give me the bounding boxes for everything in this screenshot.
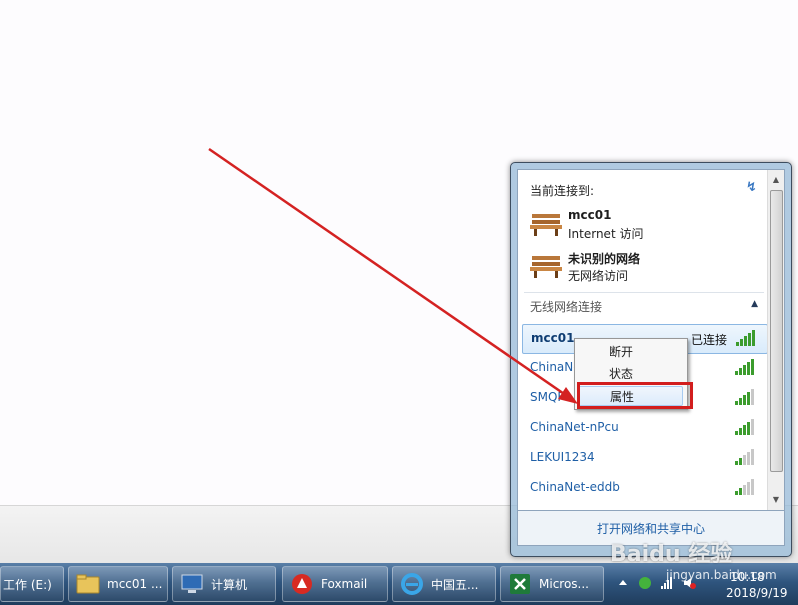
menu-item-status[interactable]: 状态 — [577, 364, 683, 384]
taskbar-item-drive[interactable]: 工作 (E:) — [0, 566, 64, 602]
signal-strength-icon — [735, 359, 754, 375]
network-bench-icon — [530, 256, 562, 278]
refresh-icon[interactable]: ↯ — [746, 180, 757, 195]
taskbar-item-foxmail[interactable]: Foxmail — [282, 566, 388, 602]
tray-app-icon[interactable] — [638, 576, 652, 590]
excel-icon — [510, 574, 530, 594]
taskbar-item-label: 工作 (E:) — [3, 577, 52, 592]
signal-strength-icon — [736, 330, 755, 346]
wifi-network-item[interactable]: ChinaNet-eddb — [522, 474, 766, 502]
folder-icon — [76, 574, 100, 594]
show-hidden-icons-icon[interactable] — [616, 576, 630, 590]
connection-status: Internet 访问 — [568, 227, 644, 241]
wifi-ssid: LEKUI1234 — [530, 450, 595, 464]
taskbar-item-computer[interactable]: 计算机 — [172, 566, 276, 602]
signal-strength-icon — [735, 449, 754, 465]
taskbar-item-folder[interactable]: mcc01 ... — [68, 566, 168, 602]
connection-name: mcc01 — [568, 208, 612, 222]
wifi-status: 已连接 — [690, 333, 727, 347]
clock-date[interactable]: 2018/9/19 — [726, 586, 788, 600]
scroll-up-icon[interactable]: ▲ — [768, 172, 784, 188]
wifi-network-item[interactable]: LEKUI1234 — [522, 444, 766, 472]
baidu-watermark-url: jingyan.baidu.com — [666, 568, 777, 582]
taskbar-item-browser[interactable]: 中国五... — [392, 566, 496, 602]
scroll-thumb[interactable] — [770, 190, 783, 472]
taskbar-item-excel[interactable]: Micros... — [500, 566, 604, 602]
wifi-network-item[interactable]: ChinaNet-nPcu — [522, 414, 766, 442]
connection-name: 未识别的网络 — [568, 252, 641, 266]
wireless-section-title: 无线网络连接 — [530, 299, 603, 314]
flyout-scrollbar[interactable]: ▲ ▼ — [767, 170, 784, 510]
wifi-ssid: ChinaNet-nPcu — [530, 420, 619, 434]
ie-icon — [401, 573, 423, 595]
chevron-up-icon[interactable]: ▲ — [751, 299, 758, 309]
wireless-section-header[interactable]: 无线网络连接 ▲ — [524, 292, 764, 319]
current-connections-heading: 当前连接到: — [530, 184, 595, 198]
signal-strength-icon — [735, 389, 754, 405]
open-network-center-link[interactable]: 打开网络和共享中心 — [597, 520, 705, 537]
red-highlight-box — [577, 382, 693, 409]
foxmail-icon — [292, 574, 312, 594]
signal-strength-icon — [735, 419, 754, 435]
scroll-down-icon[interactable]: ▼ — [768, 492, 784, 508]
taskbar-item-label: 中国五... — [431, 577, 479, 592]
taskbar-item-label: mcc01 ... — [107, 577, 163, 591]
connection-item: mcc01 Internet 访问 — [530, 206, 760, 244]
network-bench-icon — [530, 214, 562, 236]
taskbar-item-label: 计算机 — [211, 577, 248, 592]
computer-icon — [181, 574, 203, 593]
baidu-watermark-logo: Baidu 经验 — [610, 542, 733, 567]
wifi-ssid: ChinaNet-eddb — [530, 480, 620, 494]
wifi-ssid: SMQF — [530, 390, 565, 404]
signal-strength-icon — [735, 479, 754, 495]
wifi-ssid: mcc01 — [531, 331, 575, 345]
taskbar-item-label: Micros... — [539, 577, 589, 591]
connection-status: 无网络访问 — [568, 269, 629, 283]
taskbar-item-label: Foxmail — [321, 577, 368, 591]
connection-item: 未识别的网络 无网络访问 — [530, 248, 760, 286]
menu-item-disconnect[interactable]: 断开 — [577, 342, 683, 362]
